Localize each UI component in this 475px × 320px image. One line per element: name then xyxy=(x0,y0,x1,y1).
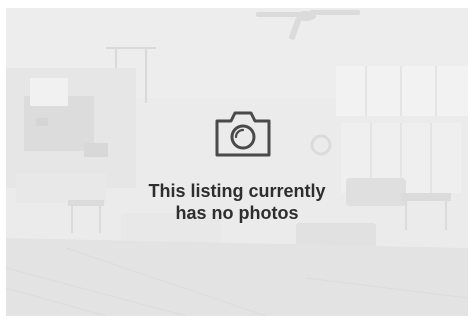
no-photo-placeholder: This listing currently has no photos xyxy=(6,8,468,316)
camera-icon xyxy=(215,111,271,157)
listing-photo-frame: This listing currently has no photos xyxy=(0,0,475,320)
message-line-1: This listing currently xyxy=(148,181,326,201)
no-photos-message: This listing currently has no photos xyxy=(6,180,468,224)
background-veil xyxy=(6,8,468,316)
message-line-2: has no photos xyxy=(175,203,299,223)
